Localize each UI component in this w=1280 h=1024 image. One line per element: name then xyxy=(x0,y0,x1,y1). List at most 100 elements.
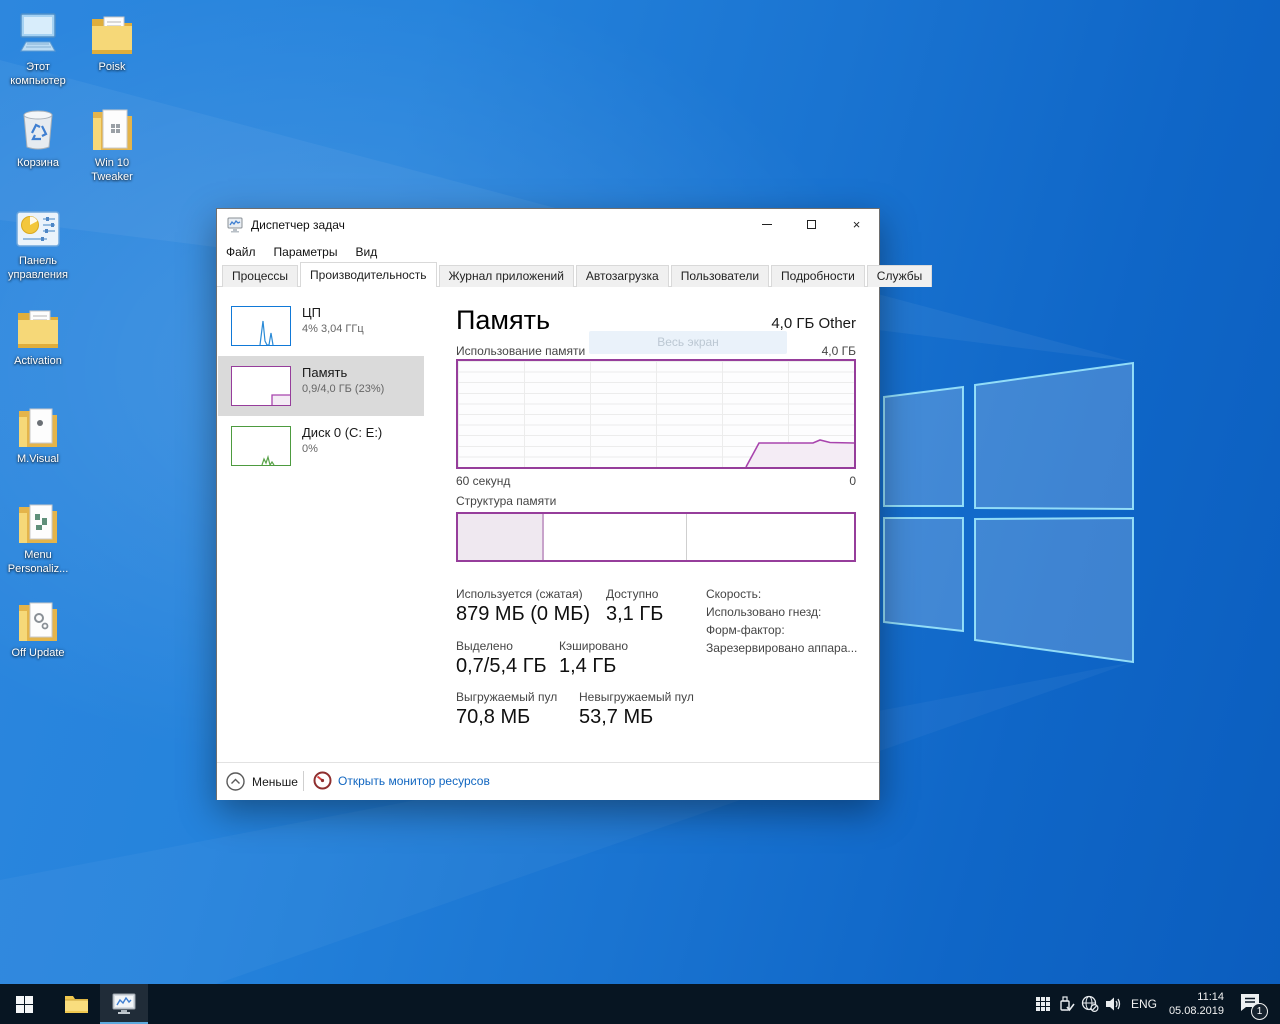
title-bar[interactable]: Диспетчер задач × xyxy=(217,209,879,241)
window-footer: Меньше Открыть монитор ресурсов xyxy=(217,762,879,800)
tab-app-history[interactable]: Журнал приложений xyxy=(439,265,574,287)
memory-capacity: 4,0 ГБ Other xyxy=(456,315,856,332)
speaker-icon[interactable] xyxy=(1103,994,1123,1014)
safely-remove-usb-icon[interactable] xyxy=(1056,994,1076,1014)
stat-paged-pool-label: Выгружаемый пул xyxy=(456,690,557,704)
task-manager-taskbar-button[interactable] xyxy=(100,984,148,1024)
folder-icon xyxy=(74,102,150,152)
desktop-icon-win10-tweaker[interactable]: Win 10 Tweaker xyxy=(74,102,150,184)
start-button[interactable] xyxy=(0,984,48,1024)
fewer-details-button[interactable]: Меньше xyxy=(226,772,298,791)
time-axis-zero: 0 xyxy=(456,474,856,488)
stat-cached-label: Кэшировано xyxy=(559,639,628,653)
desktop-icon-label: Off Update xyxy=(0,646,76,660)
tab-processes[interactable]: Процессы xyxy=(222,265,298,287)
desktop-icon-menu-personalization[interactable]: Menu Personaliz... xyxy=(0,494,76,576)
menu-file[interactable]: Файл xyxy=(217,243,265,261)
desktop: Этот компьютер Poisk Корз xyxy=(0,0,1280,1024)
sidebar-item-memory[interactable]: Память 0,9/4,0 ГБ (23%) xyxy=(218,356,424,416)
sidebar-item-disk0[interactable]: Диск 0 (C: E:) 0% xyxy=(218,416,424,476)
desktop-icon-mvisual[interactable]: M.Visual xyxy=(0,398,76,466)
network-globe-no-internet-icon[interactable] xyxy=(1080,994,1100,1014)
stat-committed-label: Выделено xyxy=(456,639,513,653)
tab-strip: Процессы Производительность Журнал прило… xyxy=(217,262,879,287)
sidebar-cpu-subtitle: 4% 3,04 ГГц xyxy=(302,323,364,335)
sidebar-item-cpu[interactable]: ЦП 4% 3,04 ГГц xyxy=(218,296,424,356)
clock-time: 11:14 xyxy=(1158,990,1224,1004)
language-indicator[interactable]: ENG xyxy=(1127,984,1161,1024)
menu-options[interactable]: Параметры xyxy=(265,243,347,261)
taskbar: ENG 11:14 05.08.2019 xyxy=(0,984,1280,1024)
memory-composition-bar[interactable] xyxy=(456,512,856,562)
folder-icon xyxy=(0,592,76,642)
stat-in-use-value: 879 МБ (0 МБ) xyxy=(456,603,590,626)
tab-details[interactable]: Подробности xyxy=(771,265,865,287)
menu-view[interactable]: Вид xyxy=(346,243,386,261)
close-button[interactable]: × xyxy=(834,209,879,240)
desktop-icon-this-pc[interactable]: Этот компьютер xyxy=(0,6,76,88)
desktop-icon-poisk[interactable]: Poisk xyxy=(74,6,150,74)
folder-icon xyxy=(0,494,76,544)
memory-mini-graph xyxy=(231,366,291,406)
folder-icon xyxy=(0,398,76,448)
composition-used-segment xyxy=(458,514,544,560)
stat-available-value: 3,1 ГБ xyxy=(606,603,663,626)
maximize-button[interactable] xyxy=(789,209,834,240)
sidebar-disk-title: Диск 0 (C: E:) xyxy=(302,425,382,440)
cpu-mini-graph xyxy=(231,306,291,346)
window-title: Диспетчер задач xyxy=(251,218,345,232)
file-explorer-icon xyxy=(64,994,89,1015)
desktop-icon-label: Menu Personaliz... xyxy=(0,548,76,576)
tab-services[interactable]: Службы xyxy=(867,265,932,287)
folder-icon xyxy=(74,6,150,56)
tray-grid-icon[interactable] xyxy=(1033,994,1053,1014)
desktop-icon-label: Win 10 Tweaker xyxy=(74,156,150,184)
memory-usage-graph[interactable] xyxy=(456,359,856,469)
tab-performance[interactable]: Производительность xyxy=(300,262,436,287)
computer-icon xyxy=(0,6,76,56)
desktop-icon-control-panel[interactable]: Панель управления xyxy=(0,200,76,282)
hw-reserved-label: Зарезервировано аппара... xyxy=(706,641,857,655)
hw-slots-label: Использовано гнезд: xyxy=(706,605,821,619)
open-resource-monitor-link[interactable]: Открыть монитор ресурсов xyxy=(313,771,490,790)
stat-nonpaged-pool-label: Невыгружаемый пул xyxy=(579,690,694,704)
footer-divider xyxy=(303,771,304,791)
usage-graph-max: 4,0 ГБ xyxy=(456,344,856,358)
desktop-icon-label: Панель управления xyxy=(0,254,76,282)
clock-date: 05.08.2019 xyxy=(1158,1004,1224,1018)
composition-divider xyxy=(686,514,687,560)
memory-usage-series xyxy=(458,361,854,467)
stat-nonpaged-pool-value: 53,7 МБ xyxy=(579,706,653,729)
notification-badge[interactable]: 1 xyxy=(1251,1003,1268,1020)
desktop-icon-label: Poisk xyxy=(74,60,150,74)
open-resource-monitor-label: Открыть монитор ресурсов xyxy=(338,774,490,788)
file-explorer-taskbar-button[interactable] xyxy=(52,984,100,1024)
stat-available-label: Доступно xyxy=(606,587,658,601)
resource-monitor-gauge-icon xyxy=(313,771,332,790)
stat-committed-value: 0,7/5,4 ГБ xyxy=(456,655,547,678)
task-manager-icon xyxy=(227,217,243,233)
desktop-icon-label: M.Visual xyxy=(0,452,76,466)
desktop-icon-recycle-bin[interactable]: Корзина xyxy=(0,102,76,170)
tab-users[interactable]: Пользователи xyxy=(671,265,769,287)
hw-speed-label: Скорость: xyxy=(706,587,761,601)
desktop-icon-label: Этот компьютер xyxy=(0,60,76,88)
desktop-icon-off-update[interactable]: Off Update xyxy=(0,592,76,660)
desktop-icon-activation[interactable]: Activation xyxy=(0,300,76,368)
sidebar-memory-title: Память xyxy=(302,365,347,380)
desktop-icon-label: Activation xyxy=(0,354,76,368)
control-panel-icon xyxy=(0,200,76,250)
recycle-bin-icon xyxy=(0,102,76,152)
chevron-up-circle-icon xyxy=(226,772,245,791)
sidebar-cpu-title: ЦП xyxy=(302,305,321,320)
stat-paged-pool-value: 70,8 МБ xyxy=(456,706,530,729)
disk-mini-graph xyxy=(231,426,291,466)
sidebar-disk-subtitle: 0% xyxy=(302,443,318,455)
memory-composition-label: Структура памяти xyxy=(456,494,556,508)
task-manager-icon xyxy=(112,993,136,1015)
folder-icon xyxy=(0,300,76,350)
hw-form-factor-label: Форм-фактор: xyxy=(706,623,785,637)
minimize-button[interactable] xyxy=(744,209,789,240)
tab-startup[interactable]: Автозагрузка xyxy=(576,265,669,287)
taskbar-clock[interactable]: 11:14 05.08.2019 xyxy=(1158,990,1224,1018)
